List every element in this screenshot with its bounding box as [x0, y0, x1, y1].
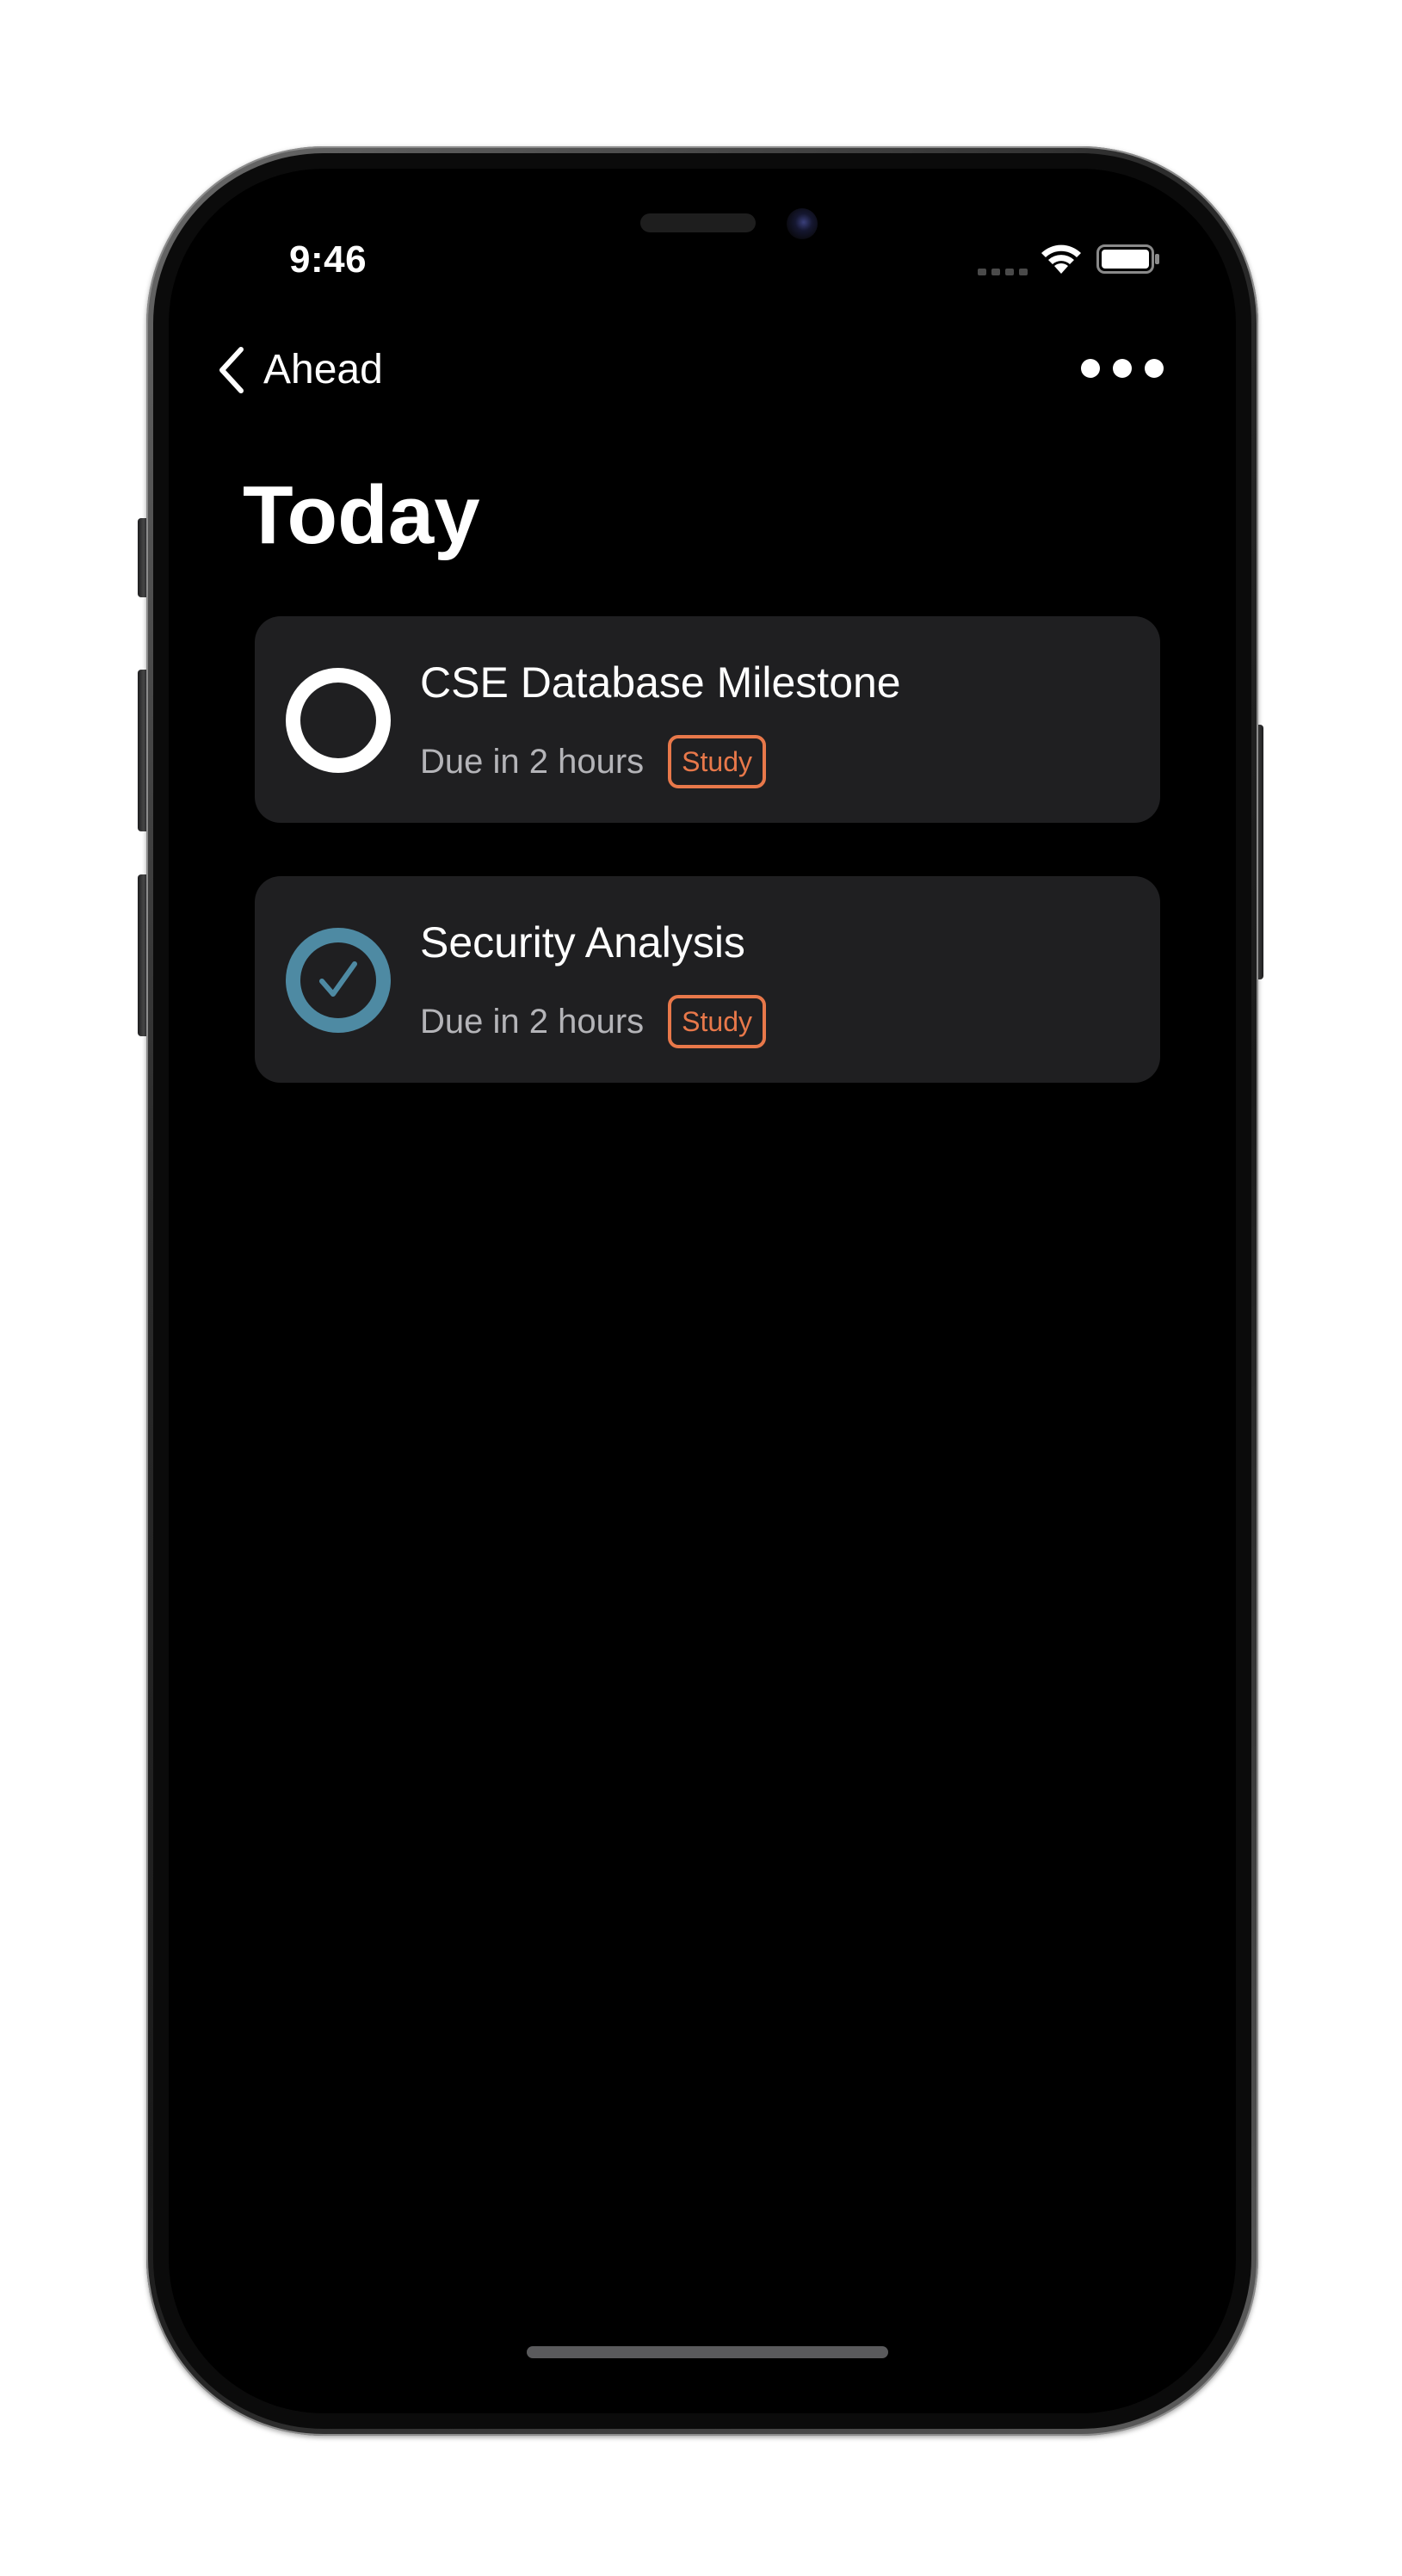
status-time: 9:46 — [289, 238, 367, 281]
front-camera — [787, 208, 818, 239]
task-due: Due in 2 hours — [420, 1003, 645, 1041]
wifi-icon — [1041, 244, 1081, 274]
task-meta: Due in 2 hours Study — [420, 993, 766, 1050]
task-title: CSE Database Milestone — [420, 658, 901, 707]
task-meta: Due in 2 hours Study — [420, 733, 766, 790]
task-tag-badge[interactable]: Study — [668, 995, 766, 1048]
more-options-button[interactable] — [1081, 346, 1164, 391]
task-title: Security Analysis — [420, 918, 745, 967]
cellular-signal-icon — [978, 263, 1028, 275]
back-button-label: Ahead — [263, 347, 383, 392]
device-mockup: 9:46 Ahead Today CSE Database Milestone … — [0, 0, 1402, 2576]
page-title: Today — [243, 469, 480, 561]
checkmark-icon — [319, 961, 357, 997]
unchecked-circle-icon[interactable] — [286, 668, 391, 773]
task-card[interactable]: Security Analysis Due in 2 hours Study — [255, 876, 1160, 1083]
phone-screen: 9:46 Ahead Today CSE Database Milestone … — [169, 169, 1236, 2413]
home-indicator[interactable] — [527, 2346, 888, 2358]
checked-circle-icon[interactable] — [286, 928, 391, 1033]
chevron-left-icon — [219, 347, 244, 393]
task-due: Due in 2 hours — [420, 743, 645, 781]
task-tag-badge[interactable]: Study — [668, 735, 766, 788]
battery-icon — [1096, 244, 1159, 274]
task-card[interactable]: CSE Database Milestone Due in 2 hours St… — [255, 616, 1160, 823]
earpiece-speaker — [640, 213, 756, 232]
back-button[interactable]: Ahead — [217, 339, 383, 401]
ellipsis-icon — [1081, 359, 1100, 378]
